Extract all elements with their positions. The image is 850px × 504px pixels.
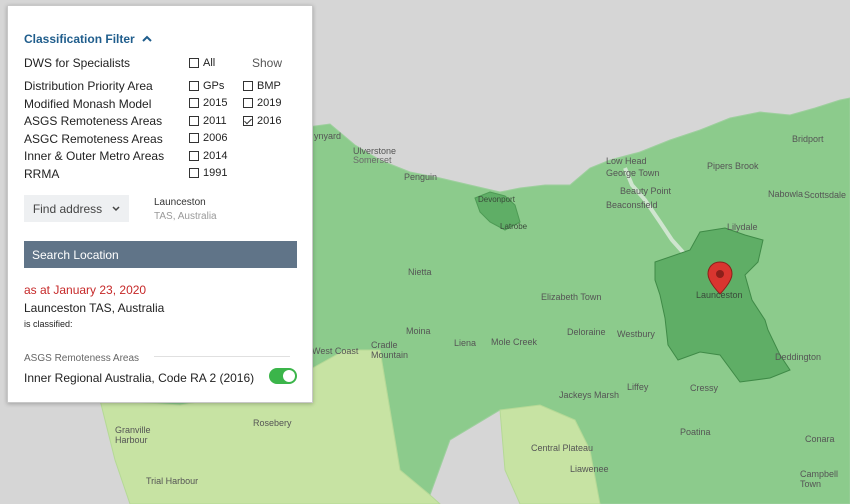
map-label: Somerset: [353, 155, 392, 165]
divider: [154, 356, 290, 357]
map-label: Deddington: [775, 352, 822, 362]
map-label: Liena: [454, 338, 477, 348]
checkbox-1991[interactable]: 1991: [189, 167, 227, 179]
toggle-knob: [283, 370, 295, 382]
map-label: Liffey: [627, 382, 649, 392]
map-label: Westbury: [617, 329, 655, 339]
checkbox-bmp[interactable]: BMP: [243, 80, 281, 92]
checkbox-label: 2016: [257, 115, 282, 127]
map-label: Launceston: [696, 290, 743, 300]
checkbox-box[interactable]: [243, 98, 253, 108]
map-label: Nabowla: [768, 189, 804, 199]
map-label: Nietta: [408, 267, 432, 277]
result-classification: Inner Regional Australia, Code RA 2 (201…: [24, 371, 255, 385]
as-at-date: as at January 23, 2020: [24, 283, 147, 297]
map-label: Granville Harbour: [115, 425, 151, 445]
checkbox-box[interactable]: [189, 81, 199, 91]
checkbox-2019[interactable]: 2019: [243, 97, 281, 109]
checkbox-label: 2011: [203, 115, 227, 127]
map-label: West Coast: [312, 346, 359, 356]
map-label: Jackeys Marsh: [559, 390, 620, 400]
map-label: Deloraine: [567, 327, 606, 337]
map-label: Bridport: [792, 134, 824, 144]
map-label: Conara: [805, 434, 835, 444]
map-label: Liawenee: [570, 464, 609, 474]
checkbox-label: 2006: [203, 132, 228, 144]
address-name: Launceston: [154, 197, 206, 208]
filter-distribution-priority-area[interactable]: Distribution Priority Area: [24, 79, 153, 93]
checkbox-2011[interactable]: 2011: [189, 115, 227, 127]
map-label: Cressy: [690, 383, 719, 393]
filter-inner-outer-metro[interactable]: Inner & Outer Metro Areas: [24, 149, 164, 163]
checkbox-label: 1991: [203, 167, 228, 179]
map-label: Elizabeth Town: [541, 292, 602, 302]
checkbox-label: 2015: [203, 97, 228, 109]
map-label: ynyard: [314, 131, 342, 141]
show-label: Show: [252, 56, 283, 70]
location-text: Launceston TAS, Australia: [24, 301, 165, 315]
map-label: Campbell Town: [800, 469, 839, 489]
checkbox-2015[interactable]: 2015: [189, 97, 227, 109]
checkbox-box[interactable]: [189, 58, 199, 68]
map-label: Cradle Mountain: [371, 340, 409, 360]
panel-title[interactable]: Classification Filter: [24, 32, 152, 46]
panel-title-text: Classification Filter: [24, 32, 135, 46]
map-label: Trial Harbour: [146, 476, 199, 486]
map-label: Rosebery: [253, 418, 292, 428]
search-location-button[interactable]: Search Location: [24, 241, 297, 268]
checkbox-label: All: [203, 57, 216, 69]
checkbox-box[interactable]: [189, 98, 199, 108]
classified-text: is classified:: [24, 319, 73, 329]
address-sub: TAS, Australia: [154, 211, 217, 222]
map-label: Beauty Point: [620, 186, 672, 196]
filter-rrma[interactable]: RRMA: [24, 167, 59, 181]
map-label: Central Plateau: [531, 443, 594, 453]
filter-asgc-remoteness-areas[interactable]: ASGC Remoteness Areas: [24, 132, 163, 146]
checkbox-2014[interactable]: 2014: [189, 150, 227, 162]
checkbox-label: BMP: [257, 80, 281, 92]
classification-panel: Classification Filter Show DWS for Speci…: [7, 5, 313, 403]
map-label: Beaconsfield: [606, 200, 658, 210]
result-toggle[interactable]: [269, 368, 297, 384]
filter-modified-monash-model[interactable]: Modified Monash Model: [24, 97, 151, 111]
checkbox-all[interactable]: All: [189, 57, 215, 69]
map-label: Moina: [406, 326, 431, 336]
section-label: ASGS Remoteness Areas: [24, 353, 140, 364]
chevron-up-icon[interactable]: [141, 34, 152, 44]
find-address-button[interactable]: Find address: [24, 195, 129, 222]
map-label: Mole Creek: [491, 337, 538, 347]
map-label: Latrobe: [500, 222, 528, 231]
checkbox-box[interactable]: [189, 168, 199, 178]
checkbox-2006[interactable]: 2006: [189, 132, 227, 144]
checkbox-box[interactable]: [189, 151, 199, 161]
map-label: Poatina: [680, 427, 711, 437]
chevron-down-icon: [112, 205, 120, 211]
filter-asgs-remoteness-areas[interactable]: ASGS Remoteness Areas: [24, 114, 162, 128]
checkbox-box[interactable]: [189, 116, 199, 126]
checkbox-label: GPs: [203, 80, 225, 92]
checkbox-label: 2019: [257, 97, 282, 109]
checkbox-label: 2014: [203, 150, 228, 162]
checkbox-box[interactable]: [243, 81, 253, 91]
map-label: Penguin: [404, 172, 438, 182]
checkbox-box-checked[interactable]: [243, 116, 253, 126]
map-label: Lilydale: [727, 222, 758, 232]
find-address-label: Find address: [32, 201, 103, 216]
map-label: Low Head: [606, 156, 647, 166]
map-label: George Town: [606, 168, 660, 178]
checkbox-box[interactable]: [189, 133, 199, 143]
checkbox-2016[interactable]: 2016: [243, 115, 281, 127]
checkbox-gps[interactable]: GPs: [189, 80, 224, 92]
map-label: Devonport: [478, 195, 515, 204]
filter-dws-specialists[interactable]: DWS for Specialists: [24, 56, 130, 70]
map-label: Scottsdale: [804, 190, 847, 200]
map-label: Pipers Brook: [707, 161, 759, 171]
